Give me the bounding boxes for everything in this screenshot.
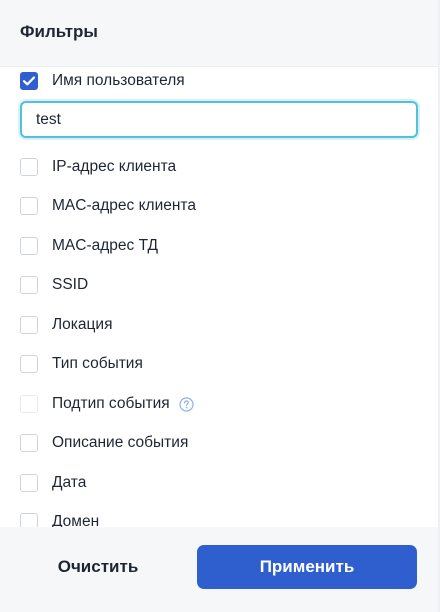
panel-header: Фильтры (0, 0, 438, 67)
apply-button[interactable]: Применить (197, 545, 417, 589)
filter-item-event-type[interactable]: Тип события (20, 352, 420, 376)
filter-label-username: Имя пользователя (52, 72, 185, 89)
username-input[interactable] (22, 103, 416, 136)
filters-list[interactable]: Имя пользователя IP-адрес клиента MAC-ад… (0, 67, 438, 527)
filter-item-client-ip[interactable]: IP-адрес клиента (20, 155, 420, 179)
client-mac-checkbox[interactable] (20, 197, 38, 215)
domain-checkbox[interactable] (20, 513, 38, 527)
filter-item-ssid[interactable]: SSID (20, 273, 420, 297)
date-checkbox[interactable] (20, 474, 38, 492)
help-circle-icon[interactable] (179, 396, 194, 412)
filter-label-location: Локация (52, 316, 113, 333)
filter-label-event-description: Описание события (52, 434, 189, 451)
username-input-wrapper (20, 101, 418, 138)
filter-label-ssid: SSID (52, 276, 89, 293)
filter-item-event-description[interactable]: Описание события (20, 431, 420, 455)
filter-label-date: Дата (52, 474, 87, 491)
filter-item-event-subtype[interactable]: Подтип события (20, 392, 420, 416)
filter-item-username[interactable]: Имя пользователя (20, 69, 420, 93)
panel-title: Фильтры (20, 22, 98, 41)
location-checkbox[interactable] (20, 316, 38, 334)
filter-label-ap-mac: MAC-адрес ТД (52, 237, 159, 254)
filter-item-client-mac[interactable]: MAC-адрес клиента (20, 194, 420, 218)
filter-item-domain[interactable]: Домен (20, 510, 420, 527)
client-ip-checkbox[interactable] (20, 158, 38, 176)
filter-label-event-type: Тип события (52, 355, 143, 372)
filters-panel: Фильтры Имя пользователя IP-адрес клиент… (0, 0, 440, 612)
filter-label-domain: Домен (52, 513, 100, 527)
event-subtype-checkbox[interactable] (20, 395, 38, 413)
filter-label-client-ip: IP-адрес клиента (52, 158, 177, 175)
filter-label-client-mac: MAC-адрес клиента (52, 197, 196, 214)
event-type-checkbox[interactable] (20, 355, 38, 373)
filter-item-ap-mac[interactable]: MAC-адрес ТД (20, 234, 420, 258)
ssid-checkbox[interactable] (20, 276, 38, 294)
filter-label-event-subtype: Подтип события (52, 395, 170, 412)
filter-item-date[interactable]: Дата (20, 471, 420, 495)
clear-button[interactable]: Очистить (20, 545, 176, 589)
filter-item-location[interactable]: Локация (20, 313, 420, 337)
ap-mac-checkbox[interactable] (20, 237, 38, 255)
event-description-checkbox[interactable] (20, 434, 38, 452)
panel-footer: Очистить Применить (0, 527, 438, 612)
username-checkbox[interactable] (20, 72, 38, 90)
checkmark-icon (23, 76, 35, 86)
